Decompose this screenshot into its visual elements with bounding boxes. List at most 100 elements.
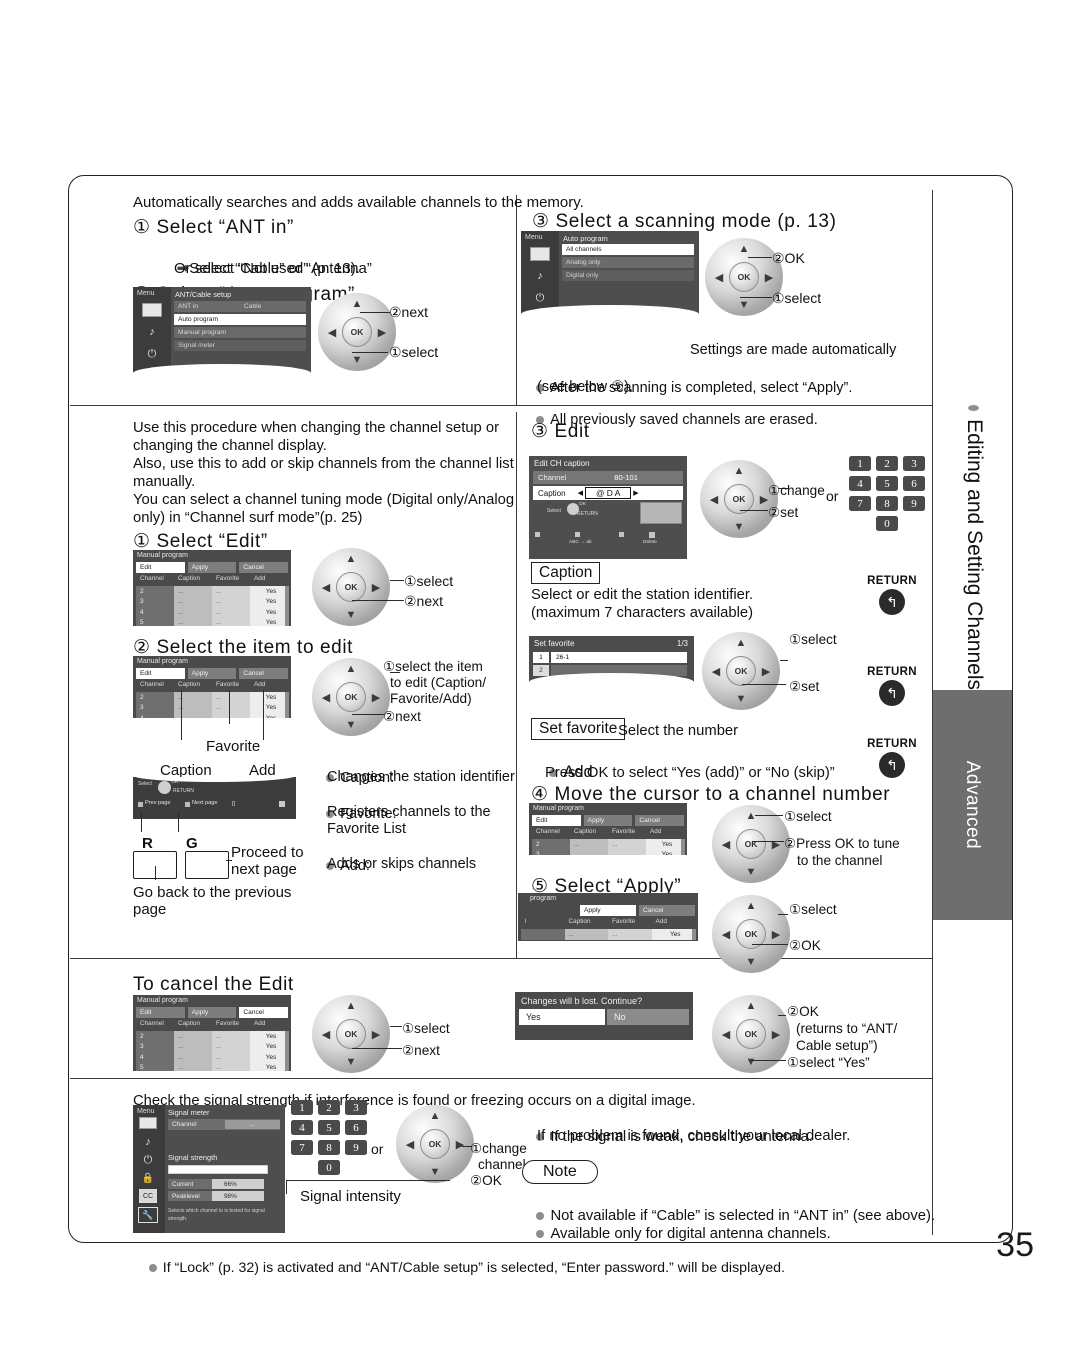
ok-button[interactable]: OK [336,682,366,712]
arrow-down-icon[interactable]: ▼ [733,297,755,313]
arrow-down-icon[interactable]: ▼ [340,1054,362,1070]
arrow-left-icon[interactable]: ◀ [715,1026,737,1042]
arrow-down-icon[interactable]: ▼ [728,519,750,535]
key-1[interactable]: 1 [291,1100,313,1115]
arrow-right-icon[interactable]: ▶ [758,269,780,285]
key-7[interactable]: 7 [849,496,871,511]
table-row[interactable]: 3 ... ... Yes [532,849,684,855]
arrow-down-icon[interactable]: ▼ [346,352,368,368]
green-button[interactable] [185,851,229,879]
table-row[interactable]: 2 ... ... Yes [136,692,288,703]
ok-button[interactable]: OK [420,1129,450,1159]
osd-button-apply[interactable]: Apply [187,668,237,679]
key-1[interactable]: 1 [849,456,871,471]
key-2[interactable]: 2 [876,456,898,471]
table-row[interactable]: ... ... Yes [521,929,695,940]
scrollbar[interactable] [681,839,685,855]
key-2[interactable]: 2 [318,1100,340,1115]
arrow-up-icon[interactable]: ▲ [340,998,362,1014]
osd-caption-row[interactable]: Caption ◀ @ D A ▶ [533,486,683,500]
osd-button-cancel[interactable]: Cancel [639,905,695,916]
table-row[interactable]: 4 ... ... Yes [136,713,288,718]
arrow-left-icon[interactable]: ◀ [315,579,337,595]
arrow-left-icon[interactable]: ◀ [703,491,725,507]
cursor-pad-select-edit[interactable]: ▲ ▼ ◀ ▶ OK [312,548,390,626]
return-arrow-icon[interactable]: ↰ [879,680,905,706]
osd-row-signal-meter[interactable]: Signal meter [174,340,306,351]
key-3[interactable]: 3 [903,456,925,471]
confirm-no-button[interactable]: No [607,1009,689,1025]
arrow-right-icon[interactable]: ▶ [371,324,393,340]
osd-nav-prev[interactable]: Prev page [145,800,171,806]
arrow-right-icon[interactable]: ▶ [365,1026,387,1042]
arrow-left-icon[interactable]: ◀ [715,836,737,852]
osd-row-auto-program[interactable]: Auto program [174,314,306,325]
arrow-up-icon[interactable]: ▲ [340,661,362,677]
osd-button-cancel[interactable]: Cancel [239,562,289,573]
arrow-up-icon[interactable]: ▲ [730,635,752,651]
arrow-right-icon[interactable]: ▶ [755,663,777,679]
arrow-up-icon[interactable]: ▲ [346,296,368,312]
arrow-up-icon[interactable]: ▲ [740,998,762,1014]
key-8[interactable]: 8 [876,496,898,511]
table-row[interactable]: 5 ... ... Yes [136,617,288,626]
osd-row-digital-only[interactable]: Digital only [562,270,694,281]
arrow-up-icon[interactable]: ▲ [424,1108,446,1124]
osd-button-cancel[interactable]: Cancel [635,815,685,826]
osd-button-apply[interactable]: Apply [580,905,636,916]
key-3[interactable]: 3 [345,1100,367,1115]
ok-button[interactable]: OK [336,572,366,602]
arrow-left-icon[interactable]: ◀ [315,1026,337,1042]
ok-button[interactable]: OK [336,1019,366,1049]
key-0[interactable]: 0 [318,1160,340,1175]
table-row[interactable]: 4 ... ... Yes [136,607,288,618]
arrow-down-icon[interactable]: ▼ [424,1164,446,1180]
table-row[interactable]: 3 ... ... Yes [136,1041,288,1052]
ok-button[interactable]: OK [342,317,372,347]
ok-button[interactable]: OK [736,1019,766,1049]
return-badge-1[interactable]: RETURN ↰ [866,575,918,615]
arrow-up-icon[interactable]: ▲ [733,241,755,257]
numeric-keypad-caption[interactable]: 1 2 3 4 5 6 7 8 9 0 [849,456,925,531]
return-arrow-icon[interactable]: ↰ [879,589,905,615]
scrollbar[interactable] [285,586,289,626]
arrow-left-icon[interactable]: ◀ [321,324,343,340]
return-badge-2[interactable]: RETURN ↰ [866,666,918,706]
osd-signal-channel-row[interactable]: Channel ... [168,1119,280,1130]
ok-button[interactable]: OK [736,829,766,859]
osd-row-manual-program[interactable]: Manual program [174,327,306,338]
arrow-left-icon[interactable]: ◀ [708,269,730,285]
ok-button[interactable]: OK [726,656,756,686]
cursor-pad-select-item[interactable]: ▲ ▼ ◀ ▶ OK [312,658,390,736]
osd-button-apply[interactable]: Apply [187,1007,237,1018]
key-4[interactable]: 4 [849,476,871,491]
osd-button-edit[interactable]: Edit [136,668,185,679]
arrow-up-icon[interactable]: ▲ [740,898,762,914]
osd-button-cancel[interactable]: Cancel [239,668,289,679]
cursor-pad-favorite[interactable]: ▲ ▼ ◀ ▶ OK [702,632,780,710]
osd-row-analog-only[interactable]: Analog only [562,257,694,268]
osd-button-edit[interactable]: Edit [136,562,185,573]
arrow-up-icon[interactable]: ▲ [728,463,750,479]
numeric-keypad-signal[interactable]: 1 2 3 4 5 6 7 8 9 0 [291,1100,367,1175]
arrow-left-icon[interactable]: ◀ [705,663,727,679]
table-row[interactable]: 4 ... ... Yes [136,1052,288,1063]
arrow-down-icon[interactable]: ▼ [340,607,362,623]
caret-left-icon[interactable]: ◀ [578,489,583,497]
arrow-down-icon[interactable]: ▼ [740,954,762,970]
osd-favorite-ch-1[interactable]: 26-1 [551,652,687,663]
table-row[interactable]: 2 ... ... Yes [136,1031,288,1042]
key-7[interactable]: 7 [291,1140,313,1155]
arrow-right-icon[interactable]: ▶ [365,689,387,705]
osd-button-edit[interactable]: Edit [136,1007,185,1018]
arrow-down-icon[interactable]: ▼ [740,1054,762,1070]
key-9[interactable]: 9 [903,496,925,511]
table-row[interactable]: 2 ... ... Yes [532,839,684,850]
table-row[interactable]: 5 ... ... Yes [136,1062,288,1071]
key-6[interactable]: 6 [345,1120,367,1135]
arrow-left-icon[interactable]: ◀ [715,926,737,942]
key-6[interactable]: 6 [903,476,925,491]
cursor-pad-auto-program[interactable]: ▲ ▼ ◀ ▶ OK [318,293,396,371]
arrow-left-icon[interactable]: ◀ [315,689,337,705]
table-row[interactable]: 3 ... ... Yes [136,596,288,607]
